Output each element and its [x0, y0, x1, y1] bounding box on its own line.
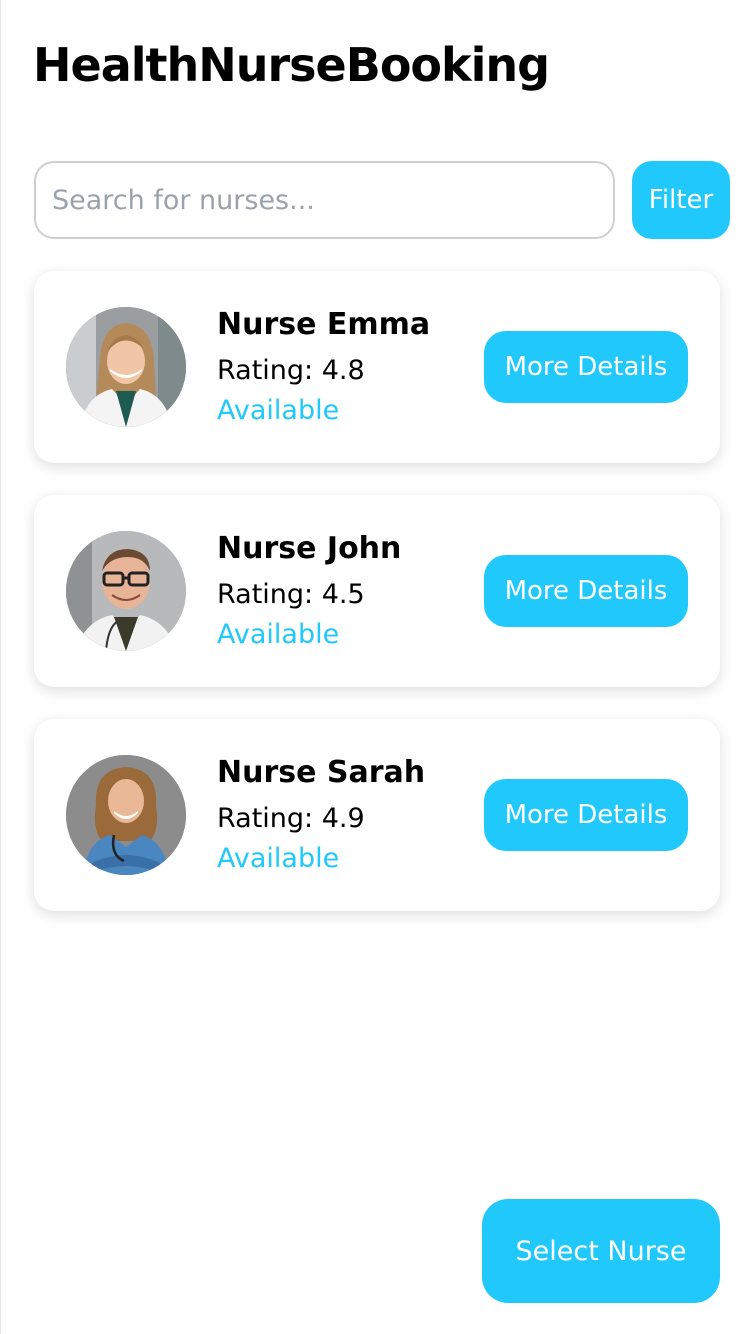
nurse-card-sarah: Nurse Sarah Rating: 4.9 Available More D… [34, 719, 720, 911]
nurse-rating: Rating: 4.5 [217, 579, 365, 610]
nurse-name: Nurse John [217, 531, 402, 566]
nurse-name: Nurse Sarah [217, 755, 426, 790]
availability-status: Available [217, 395, 340, 426]
availability-status: Available [217, 843, 340, 874]
nurse-name: Nurse Emma [217, 307, 431, 342]
nurse-card-john: Nurse John Rating: 4.5 Available More De… [34, 495, 720, 687]
nurse-avatar [66, 755, 186, 875]
more-details-button[interactable]: More Details [484, 555, 688, 627]
nurse-avatar [66, 307, 186, 427]
nurse-card-emma: Nurse Emma Rating: 4.8 Available More De… [34, 271, 720, 463]
more-details-button[interactable]: More Details [484, 779, 688, 851]
search-input[interactable] [34, 161, 615, 239]
availability-status: Available [217, 619, 340, 650]
nurse-rating: Rating: 4.9 [217, 803, 365, 834]
more-details-button[interactable]: More Details [484, 331, 688, 403]
nurse-list: Nurse Emma Rating: 4.8 Available More De… [34, 271, 720, 943]
search-bar: Filter [34, 161, 730, 239]
select-nurse-button[interactable]: Select Nurse [482, 1199, 720, 1303]
nurse-avatar [66, 531, 186, 651]
app-title: HealthNurseBooking [33, 38, 550, 92]
filter-button[interactable]: Filter [632, 161, 730, 239]
nurse-rating: Rating: 4.8 [217, 355, 365, 386]
